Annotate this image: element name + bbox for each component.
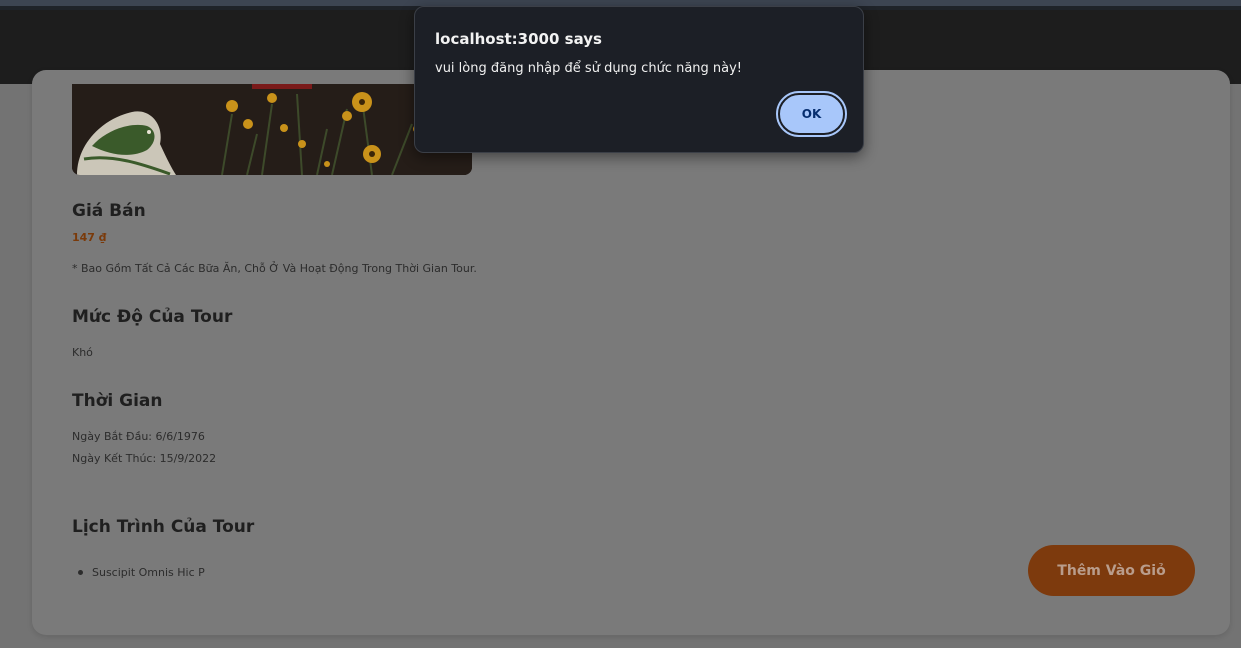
itinerary-heading: Lịch Trình Của Tour xyxy=(72,517,255,537)
tour-image xyxy=(72,84,472,175)
time-heading: Thời Gian xyxy=(72,391,163,411)
start-date: Ngày Bắt Đầu: 6/6/1976 xyxy=(72,430,205,443)
dialog-ok-button[interactable]: OK xyxy=(776,91,847,137)
dialog-title: localhost:3000 says xyxy=(435,30,602,48)
add-to-cart-button[interactable]: Thêm Vào Giỏ xyxy=(1028,545,1195,596)
price-value: 147 ₫ xyxy=(72,231,107,244)
level-value: Khó xyxy=(72,346,93,359)
itinerary-item: Suscipit Omnis Hic P xyxy=(78,566,205,579)
price-note: * Bao Gồm Tất Cả Các Bữa Ăn, Chỗ Ở Và Ho… xyxy=(72,262,477,275)
price-heading: Giá Bán xyxy=(72,201,146,221)
end-date: Ngày Kết Thúc: 15/9/2022 xyxy=(72,452,217,465)
level-heading: Mức Độ Của Tour xyxy=(72,307,233,327)
dialog-message: vui lòng đăng nhập để sử dụng chức năng … xyxy=(435,61,743,76)
alert-dialog: localhost:3000 says vui lòng đăng nhập đ… xyxy=(414,6,864,153)
